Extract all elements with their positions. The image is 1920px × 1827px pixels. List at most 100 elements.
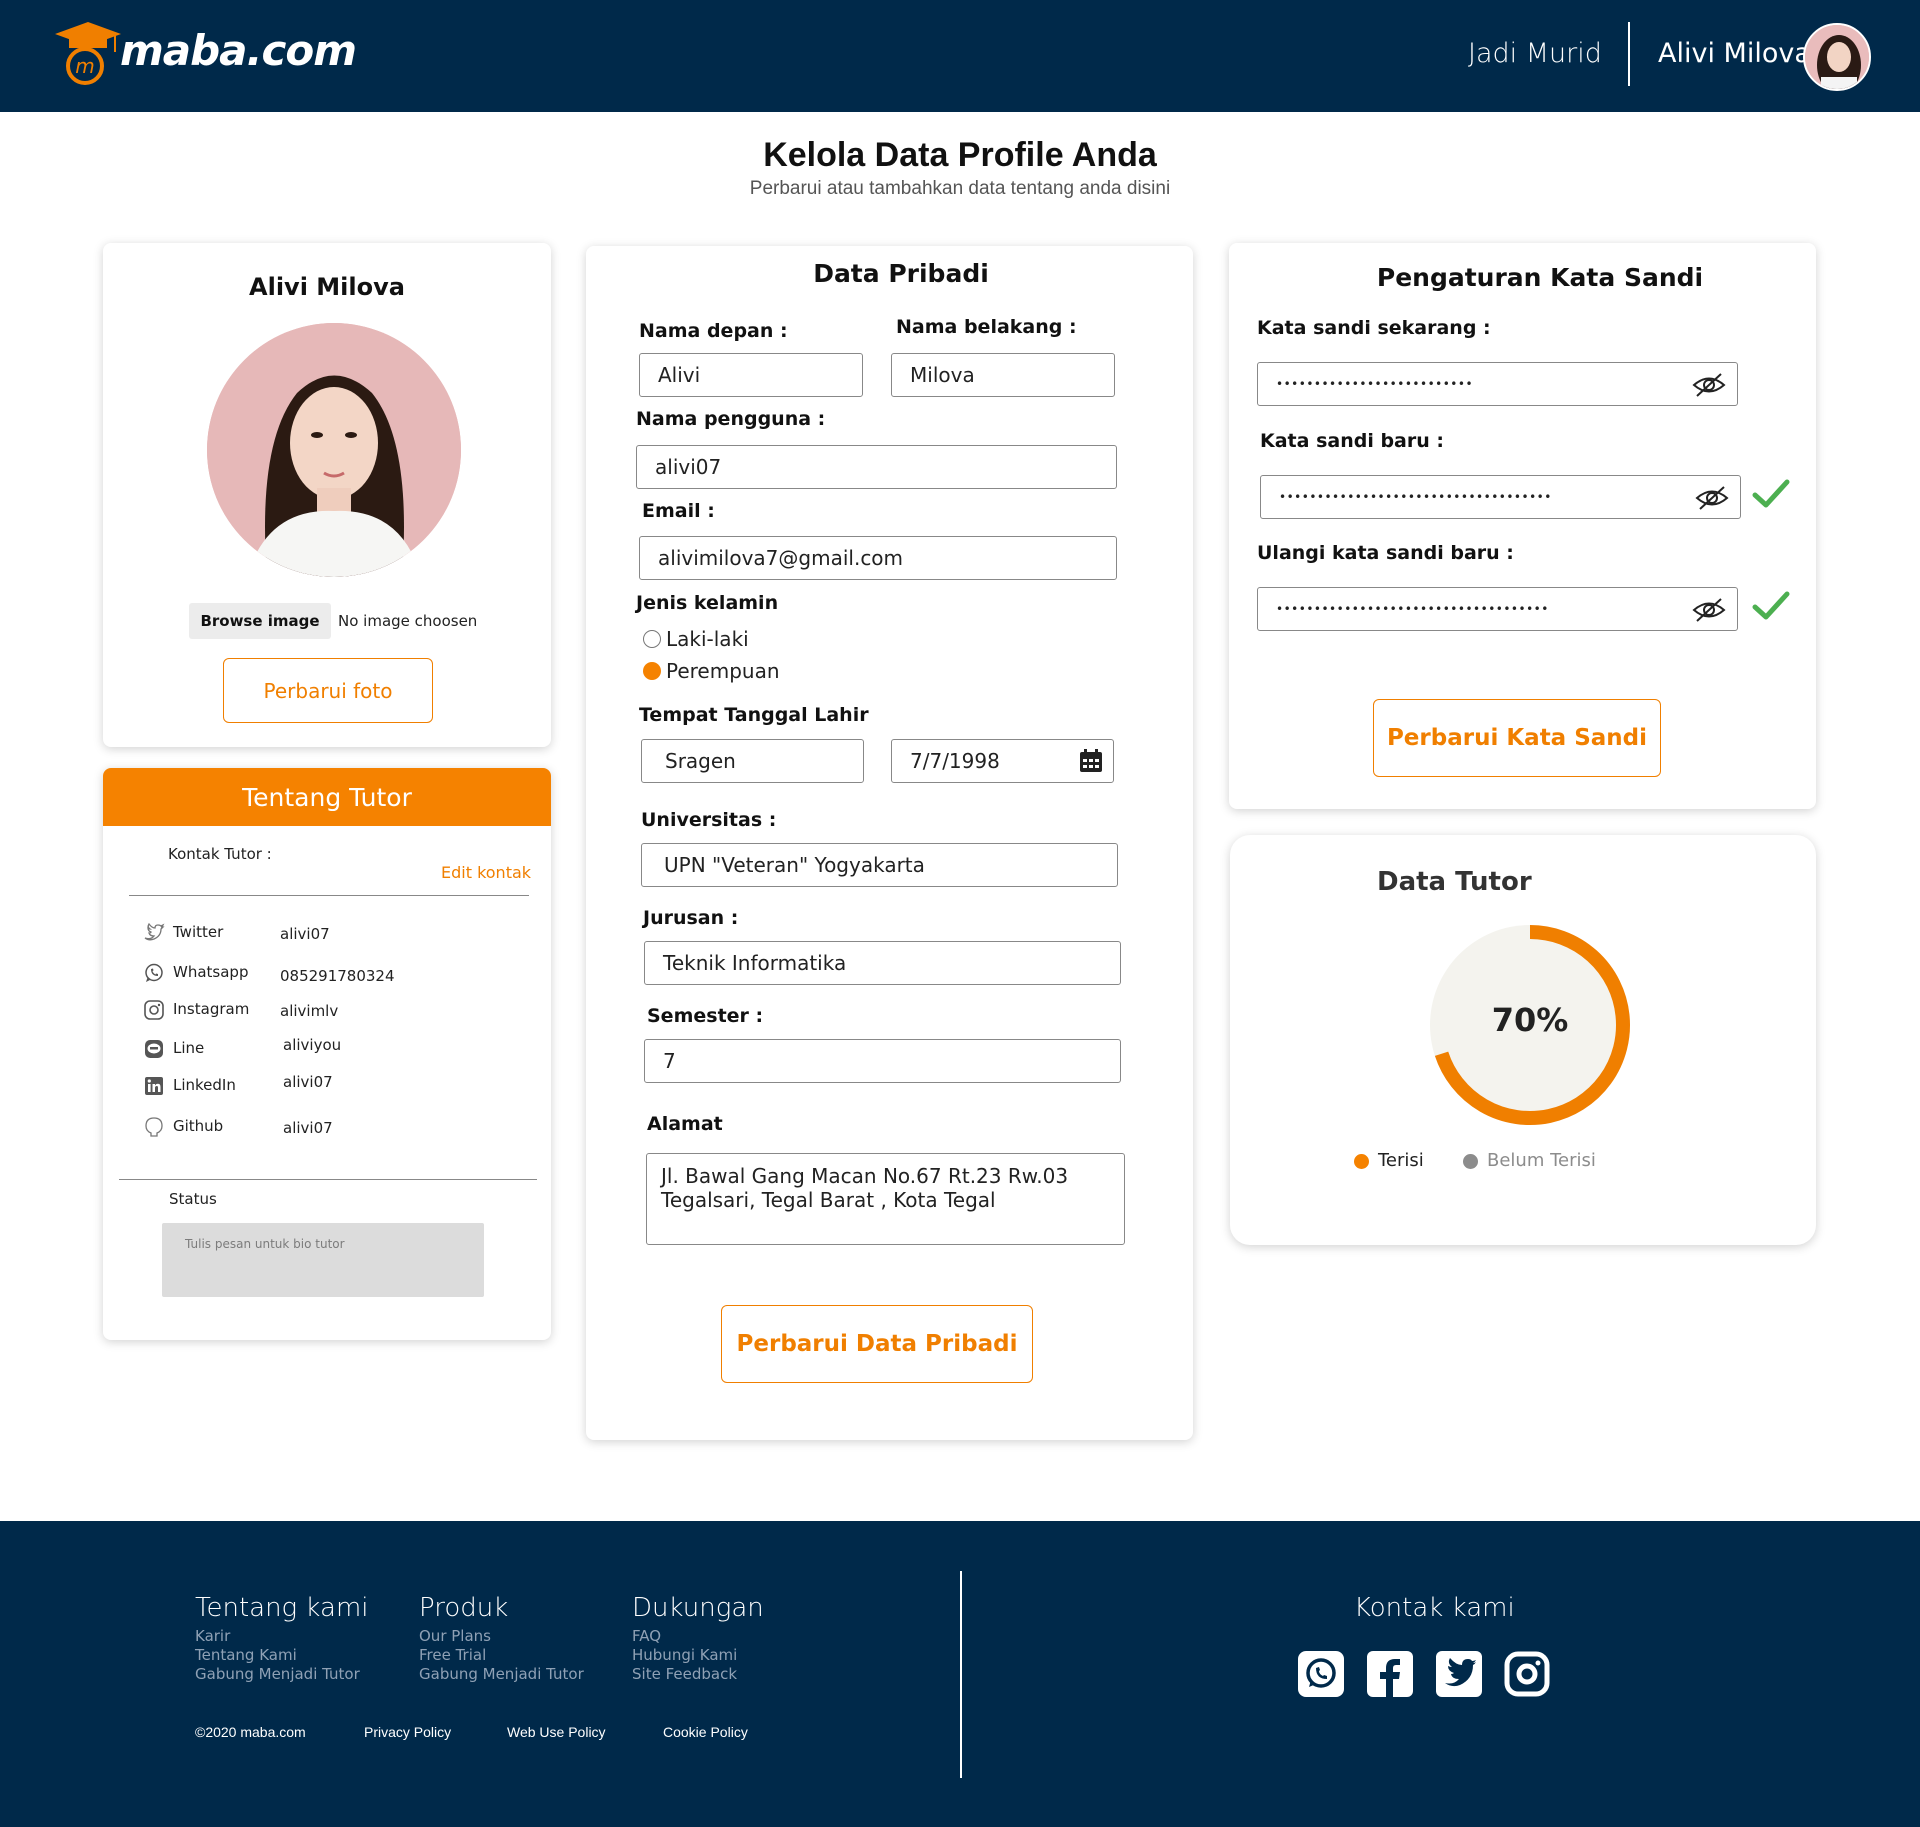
footer-link[interactable]: Site Feedback xyxy=(632,1665,737,1683)
logo-icon[interactable]: m xyxy=(55,20,121,88)
personal-data-title: Data Pribadi xyxy=(813,259,989,288)
new-password-mask: •••••••••••••••••••••••••••••••••••• xyxy=(1279,490,1552,504)
password-title: Pengaturan Kata Sandi xyxy=(1376,263,1704,292)
hide-password-icon[interactable] xyxy=(1692,372,1726,398)
current-password-mask: •••••••••••••••••••••••••• xyxy=(1276,377,1474,391)
legend-filled-dot xyxy=(1354,1154,1369,1169)
username-input[interactable]: alivi07 xyxy=(636,445,1117,489)
nav-user-name[interactable]: Alivi Milova xyxy=(1658,38,1811,69)
profile-photo[interactable] xyxy=(207,323,461,577)
gender-radio-male[interactable] xyxy=(643,630,661,648)
contact-platform-label: Whatsapp xyxy=(173,963,249,981)
gender-label: Jenis kelamin xyxy=(636,592,779,614)
footer-link[interactable]: Our Plans xyxy=(419,1627,491,1645)
new-password-valid-check-icon xyxy=(1752,477,1790,511)
footer-link[interactable]: FAQ xyxy=(632,1627,661,1645)
university-input[interactable]: UPN "Veteran" Yogyakarta xyxy=(641,843,1118,887)
update-password-button[interactable]: Perbarui Kata Sandi xyxy=(1373,699,1661,777)
footer-copyright: ©2020 maba.com xyxy=(195,1724,306,1740)
nav-jadi-murid-link[interactable]: Jadi Murid xyxy=(1468,38,1602,69)
birth-place-input[interactable]: Sragen xyxy=(641,739,864,783)
footer-link[interactable]: Tentang Kami xyxy=(195,1646,297,1664)
contact-platform-label: Instagram xyxy=(173,1000,250,1018)
legend-empty-label: Belum Terisi xyxy=(1487,1150,1596,1171)
semester-label: Semester : xyxy=(647,1005,764,1027)
address-label: Alamat xyxy=(647,1113,723,1135)
personal-data-card: Data Pribadi Nama depan : Nama belakang … xyxy=(586,246,1193,1440)
twitter-icon[interactable] xyxy=(1436,1651,1482,1697)
footer-divider xyxy=(960,1571,962,1778)
web-use-policy-link[interactable]: Web Use Policy xyxy=(507,1724,606,1740)
footer-link[interactable]: Gabung Menjadi Tutor xyxy=(195,1665,360,1683)
profile-card: Alivi Milova Browse image No image choos… xyxy=(103,243,551,747)
birth-label: Tempat Tanggal Lahir xyxy=(639,704,869,726)
footer-link[interactable]: Free Trial xyxy=(419,1646,486,1664)
major-input[interactable]: Teknik Informatika xyxy=(644,941,1121,985)
footer: Tentang kami Karir Tentang Kami Gabung M… xyxy=(0,1521,1920,1827)
footer-product-heading: Produk xyxy=(419,1593,509,1623)
new-password-label: Kata sandi baru : xyxy=(1260,430,1444,452)
footer-about-heading: Tentang kami xyxy=(195,1593,369,1623)
browse-image-button[interactable]: Browse image xyxy=(189,603,331,639)
first-name-label: Nama depan : xyxy=(639,320,788,342)
legend-filled-label: Terisi xyxy=(1378,1150,1424,1171)
contact-value: alivi07 xyxy=(283,1073,333,1091)
contact-value: alivi07 xyxy=(283,1119,333,1137)
footer-link[interactable]: Gabung Menjadi Tutor xyxy=(419,1665,584,1683)
legend-empty-dot xyxy=(1463,1154,1478,1169)
calendar-icon[interactable] xyxy=(1078,748,1104,774)
page-subtitle: Perbarui atau tambahkan data tentang and… xyxy=(749,178,1171,199)
first-name-input[interactable]: Alivi xyxy=(639,353,863,397)
tutor-data-title: Data Tutor xyxy=(1377,867,1532,897)
email-label: Email : xyxy=(642,500,715,522)
contact-value: 085291780324 xyxy=(280,967,395,985)
last-name-input[interactable]: Milova xyxy=(891,353,1115,397)
hide-password-icon[interactable] xyxy=(1692,597,1726,623)
tutor-about-header: Tentang Tutor xyxy=(103,768,551,826)
hide-password-icon[interactable] xyxy=(1695,485,1729,511)
birth-date-input[interactable]: 7/7/1998 xyxy=(891,739,1114,783)
instagram-icon[interactable] xyxy=(1504,1651,1550,1697)
university-label: Universitas : xyxy=(641,809,777,831)
contact-value: alivi07 xyxy=(280,925,330,943)
repeat-password-input[interactable]: •••••••••••••••••••••••••••••••••••• xyxy=(1257,587,1738,631)
address-line-2: Tegalsari, Tegal Barat , Kota Tegal xyxy=(661,1188,996,1212)
current-password-input[interactable]: •••••••••••••••••••••••••• xyxy=(1257,362,1738,406)
contact-platform-label: Github xyxy=(173,1117,224,1135)
line-icon xyxy=(143,1038,165,1060)
contact-us-heading: Kontak kami xyxy=(1354,1593,1515,1623)
profile-name: Alivi Milova xyxy=(249,273,405,301)
top-header: m maba.com Jadi Murid Alivi Milova xyxy=(0,0,1920,112)
contact-divider xyxy=(129,895,529,896)
gender-radio-female[interactable] xyxy=(643,662,661,680)
address-textarea[interactable]: Jl. Bawal Gang Macan No.67 Rt.23 Rw.03 T… xyxy=(646,1153,1125,1245)
contact-platform-label: LinkedIn xyxy=(173,1076,236,1094)
svg-text:m: m xyxy=(75,54,94,78)
contact-platform-label: Twitter xyxy=(173,923,224,941)
address-line-1: Jl. Bawal Gang Macan No.67 Rt.23 Rw.03 xyxy=(661,1164,1069,1188)
birth-date-value: 7/7/1998 xyxy=(910,749,1000,773)
new-password-input[interactable]: •••••••••••••••••••••••••••••••••••• xyxy=(1260,475,1741,519)
semester-input[interactable]: 7 xyxy=(644,1039,1121,1083)
cookie-policy-link[interactable]: Cookie Policy xyxy=(663,1724,748,1740)
contact-value: aliviyou xyxy=(283,1036,342,1054)
edit-contact-link[interactable]: Edit kontak xyxy=(441,863,531,882)
privacy-policy-link[interactable]: Privacy Policy xyxy=(364,1724,451,1740)
logo-text[interactable]: maba.com xyxy=(120,26,357,75)
footer-link[interactable]: Hubungi Kami xyxy=(632,1646,737,1664)
major-label: Jurusan : xyxy=(643,907,739,929)
instagram-icon xyxy=(143,999,165,1021)
status-divider xyxy=(119,1179,537,1180)
repeat-password-mask: •••••••••••••••••••••••••••••••••••• xyxy=(1276,602,1549,616)
email-input[interactable]: alivimilova7@gmail.com xyxy=(639,536,1117,580)
contact-label: Kontak Tutor : xyxy=(168,845,272,863)
facebook-icon[interactable] xyxy=(1367,1651,1413,1697)
footer-link[interactable]: Karir xyxy=(195,1627,230,1645)
status-textarea[interactable]: Tulis pesan untuk bio tutor xyxy=(162,1223,484,1297)
page-title: Kelola Data Profile Anda xyxy=(763,136,1157,174)
update-photo-button[interactable]: Perbarui foto xyxy=(223,658,433,723)
whatsapp-icon[interactable] xyxy=(1298,1651,1344,1697)
gender-female-label: Perempuan xyxy=(666,659,780,683)
update-personal-button[interactable]: Perbarui Data Pribadi xyxy=(721,1305,1033,1383)
user-avatar[interactable] xyxy=(1803,23,1871,91)
